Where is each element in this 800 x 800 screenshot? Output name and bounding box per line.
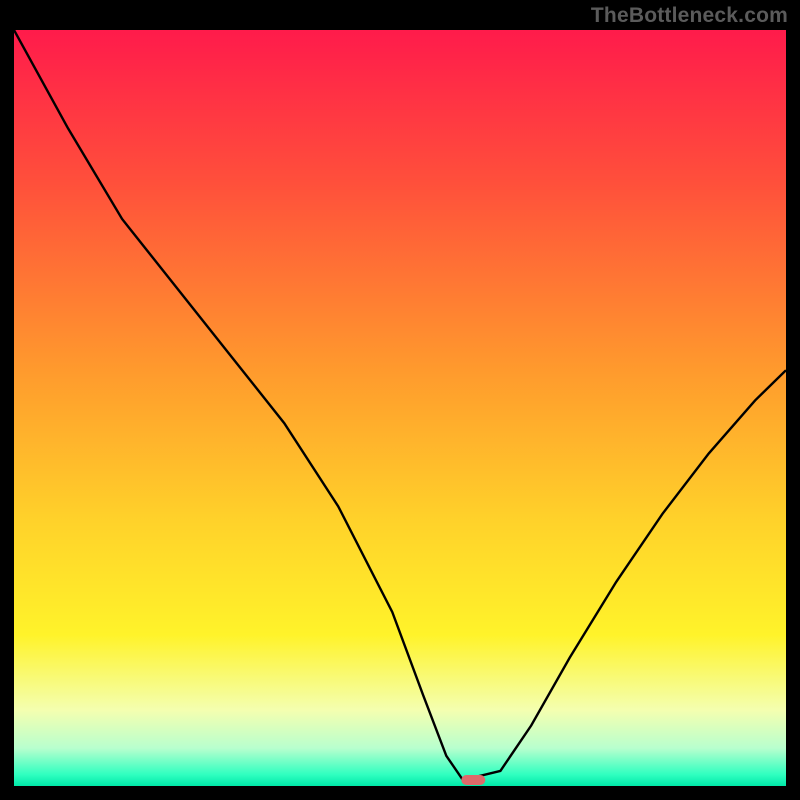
bottleneck-chart [14, 30, 786, 786]
chart-frame: TheBottleneck.com [0, 0, 800, 800]
plot-area [14, 30, 786, 786]
watermark-text: TheBottleneck.com [591, 4, 788, 28]
optimal-marker [461, 775, 485, 785]
gradient-background [14, 30, 786, 786]
